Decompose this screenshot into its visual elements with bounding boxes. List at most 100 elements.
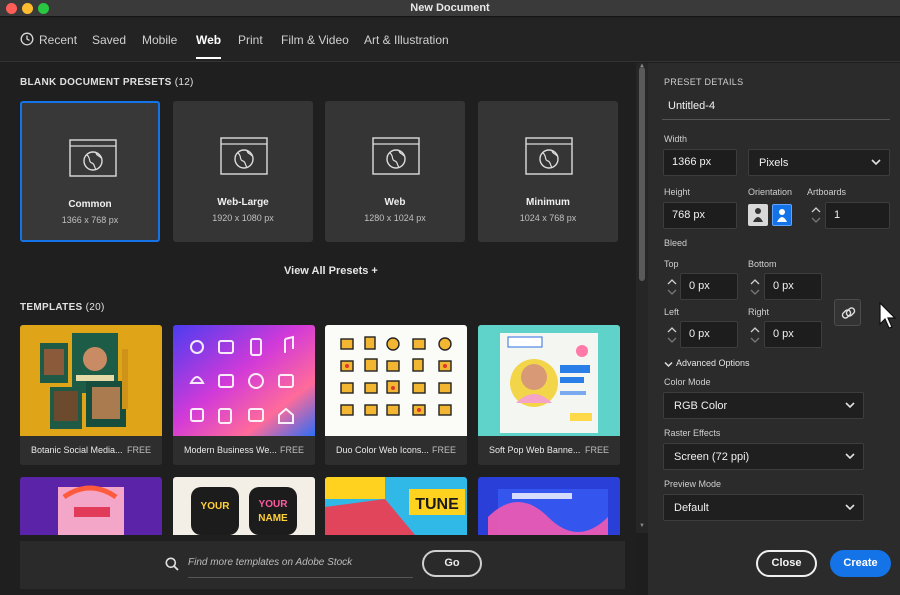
- templates-count: (20): [85, 302, 105, 313]
- preset-details-heading: PRESET DETAILS: [664, 77, 744, 87]
- tab-saved[interactable]: Saved: [92, 33, 126, 47]
- template-caption: Botanic Social Media... FREE: [20, 436, 162, 465]
- preset-details-pane: PRESET DETAILS Untitled-4 Width 1366 px …: [648, 63, 900, 595]
- template-thumbnail-row2-4[interactable]: [478, 477, 620, 535]
- stock-search-input[interactable]: Find more templates on Adobe Stock: [188, 552, 413, 578]
- close-button[interactable]: Close: [756, 550, 817, 577]
- search-icon: [165, 557, 179, 571]
- portrait-orientation-button[interactable]: [748, 204, 768, 226]
- preset-card-minimum[interactable]: Minimum 1024 x 768 px: [478, 101, 618, 242]
- mouse-pointer-icon: [879, 302, 896, 329]
- artboards-stepper[interactable]: [809, 203, 823, 227]
- svg-text:NAME: NAME: [258, 513, 288, 524]
- adobe-stock-search-bar: Find more templates on Adobe Stock Go: [20, 541, 625, 589]
- template-name: Duo Color Web Icons...: [336, 445, 429, 455]
- template-name: Soft Pop Web Banne...: [489, 445, 581, 455]
- tab-web[interactable]: Web: [196, 33, 222, 59]
- landscape-orientation-button[interactable]: [772, 204, 792, 226]
- bleed-top-input[interactable]: 0 px: [680, 273, 738, 300]
- preset-name: Common: [68, 199, 112, 210]
- go-button[interactable]: Go: [422, 550, 482, 577]
- chevron-down-icon: [871, 159, 881, 166]
- svg-text:YOUR: YOUR: [259, 499, 289, 510]
- template-thumbnail-row2-1[interactable]: [20, 477, 162, 535]
- preset-name: Web-Large: [217, 197, 269, 208]
- template-caption: Modern Business We... FREE: [173, 436, 315, 465]
- tab-art-illustration[interactable]: Art & Illustration: [364, 33, 449, 47]
- free-badge: FREE: [431, 445, 456, 455]
- free-badge: FREE: [584, 445, 609, 455]
- preset-card-common[interactable]: Common 1366 x 768 px: [20, 101, 160, 242]
- presets-scrollbar[interactable]: ▲ ▼: [636, 63, 648, 533]
- scroll-down-arrow[interactable]: ▼: [638, 523, 646, 529]
- preset-card-web[interactable]: Web 1280 x 1024 px: [325, 101, 465, 242]
- preset-dimensions: 1280 x 1024 px: [364, 213, 426, 223]
- template-thumbnail: [173, 325, 315, 436]
- template-name: Botanic Social Media...: [31, 445, 123, 455]
- preset-card-web-large[interactable]: Web-Large 1920 x 1080 px: [173, 101, 313, 242]
- window-title: New Document: [410, 2, 490, 14]
- preview-mode-label: Preview Mode: [664, 479, 722, 489]
- web-document-icon: [69, 139, 117, 177]
- landscape-icon: [777, 209, 787, 222]
- tab-recent[interactable]: Recent: [39, 33, 77, 47]
- document-name-input[interactable]: Untitled-4: [662, 93, 890, 120]
- chevron-down-icon: [845, 402, 855, 409]
- chevron-down-icon: [845, 504, 855, 511]
- preview-mode-dropdown[interactable]: Default: [663, 494, 864, 521]
- scrollbar-thumb[interactable]: [639, 67, 645, 281]
- height-label: Height: [664, 187, 691, 197]
- template-thumbnail-row2-2[interactable]: YOUR YOUR NAME: [173, 477, 315, 535]
- bleed-bottom-input[interactable]: 0 px: [764, 273, 822, 300]
- link-bleed-button[interactable]: [834, 299, 861, 326]
- bleed-left-label: Left: [664, 307, 680, 317]
- width-input[interactable]: 1366 px: [663, 149, 737, 176]
- bleed-right-stepper[interactable]: [748, 323, 762, 347]
- preset-dimensions: 1024 x 768 px: [519, 213, 577, 223]
- category-tab-bar: [0, 18, 900, 62]
- template-thumbnail-row2-3[interactable]: TUNE: [325, 477, 467, 535]
- chevron-down-icon: [845, 453, 855, 460]
- tab-print[interactable]: Print: [238, 33, 263, 47]
- bleed-right-label: Right: [748, 307, 770, 317]
- template-card-modern-business[interactable]: Modern Business We... FREE: [173, 325, 315, 465]
- chevron-down-icon[interactable]: [664, 360, 673, 369]
- bleed-bottom-label: Bottom: [748, 259, 777, 269]
- bleed-bottom-stepper[interactable]: [748, 275, 762, 299]
- preset-name: Web: [384, 197, 406, 208]
- preset-name: Minimum: [526, 197, 570, 208]
- color-mode-value: RGB Color: [674, 400, 728, 412]
- advanced-options-toggle[interactable]: Advanced Options: [676, 358, 750, 368]
- link-icon: [841, 307, 856, 319]
- raster-effects-dropdown[interactable]: Screen (72 ppi): [663, 443, 864, 470]
- tab-mobile[interactable]: Mobile: [142, 33, 177, 47]
- template-thumbnail: [325, 325, 467, 436]
- web-document-icon: [220, 137, 268, 175]
- template-caption: Soft Pop Web Banne... FREE: [478, 436, 620, 465]
- bleed-right-input[interactable]: 0 px: [764, 321, 822, 348]
- template-thumbnail: [478, 325, 620, 436]
- units-dropdown[interactable]: Pixels: [748, 149, 890, 176]
- color-mode-dropdown[interactable]: RGB Color: [663, 392, 864, 419]
- color-mode-label: Color Mode: [664, 377, 711, 387]
- raster-effects-value: Screen (72 ppi): [674, 451, 750, 463]
- template-card-soft-pop-banner[interactable]: Soft Pop Web Banne... FREE: [478, 325, 620, 465]
- preview-mode-value: Default: [674, 502, 709, 514]
- bleed-top-label: Top: [664, 259, 679, 269]
- create-button[interactable]: Create: [830, 550, 891, 577]
- bleed-left-stepper[interactable]: [665, 323, 679, 347]
- artboards-input[interactable]: 1: [825, 202, 890, 229]
- presets-heading: BLANK DOCUMENT PRESETS (12): [20, 77, 194, 88]
- tab-film-video[interactable]: Film & Video: [281, 33, 349, 47]
- templates-heading-text: TEMPLATES: [20, 302, 83, 313]
- view-all-presets-link[interactable]: View All Presets +: [284, 265, 378, 277]
- presets-heading-text: BLANK DOCUMENT PRESETS: [20, 77, 172, 88]
- height-input[interactable]: 768 px: [663, 202, 737, 229]
- template-card-duo-color-icons[interactable]: Duo Color Web Icons... FREE: [325, 325, 467, 465]
- templates-heading: TEMPLATES (20): [20, 302, 105, 313]
- bleed-left-input[interactable]: 0 px: [680, 321, 738, 348]
- bleed-top-stepper[interactable]: [665, 275, 679, 299]
- portrait-icon: [753, 208, 763, 222]
- svg-text:TUNE: TUNE: [415, 496, 459, 513]
- template-card-botanic[interactable]: Botanic Social Media... FREE: [20, 325, 162, 465]
